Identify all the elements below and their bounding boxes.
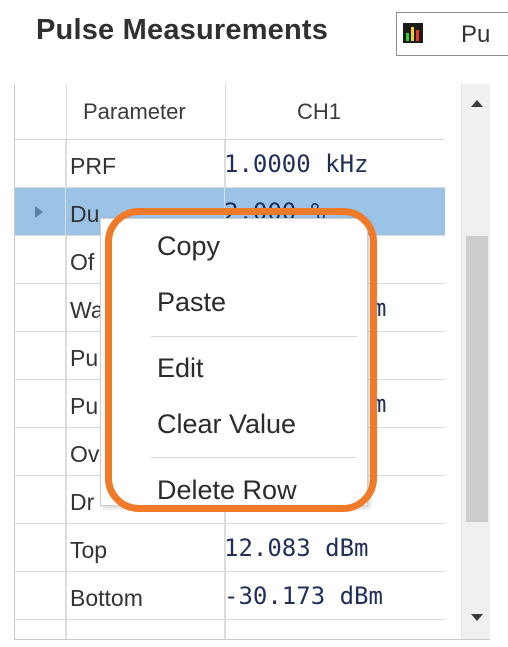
value-cell[interactable] <box>225 620 445 639</box>
row-selector[interactable] <box>15 380 66 427</box>
value-cell[interactable]: 12.083 dBm <box>225 524 445 571</box>
row-selector-arrow-icon <box>35 206 43 218</box>
grid-header: Parameter CH1 <box>15 84 445 140</box>
parameter-cell[interactable]: Bottom <box>70 572 225 619</box>
toolbox-label: Pu <box>461 21 491 48</box>
menu-item-copy[interactable]: Copy <box>157 231 220 262</box>
header-parameter[interactable]: Parameter <box>83 84 186 140</box>
table-row[interactable]: Top 12.083 dBm <box>15 524 445 572</box>
row-selector[interactable] <box>15 476 66 523</box>
scroll-up-arrow-icon[interactable] <box>471 100 483 107</box>
menu-item-delete-row[interactable]: Delete Row <box>157 475 297 506</box>
toolbox-dropdown[interactable]: Pu <box>396 12 508 56</box>
parameter-cell[interactable]: Top <box>70 524 225 571</box>
panel-title: Pulse Measurements <box>36 14 329 46</box>
menu-separator <box>151 457 357 458</box>
context-menu: Copy Paste Edit Clear Value Delete Row <box>100 218 368 506</box>
parameter-cell[interactable]: PRF <box>70 140 225 187</box>
scroll-down-arrow-icon[interactable] <box>471 614 483 621</box>
table-row[interactable]: Bottom -30.173 dBm <box>15 572 445 620</box>
row-selector[interactable] <box>15 140 66 187</box>
row-selector[interactable] <box>15 620 66 639</box>
header-ch1[interactable]: CH1 <box>297 84 341 140</box>
menu-item-paste[interactable]: Paste <box>157 287 226 318</box>
row-selector[interactable] <box>15 572 66 619</box>
value-cell[interactable]: 1.0000 kHz <box>225 140 445 187</box>
vertical-scrollbar[interactable] <box>461 84 490 639</box>
menu-item-clear-value[interactable]: Clear Value <box>157 409 296 440</box>
row-selector[interactable] <box>15 236 66 283</box>
row-selector[interactable] <box>15 524 66 571</box>
menu-item-edit[interactable]: Edit <box>157 353 204 384</box>
row-selector[interactable] <box>15 332 66 379</box>
table-row[interactable] <box>15 620 445 639</box>
row-selector[interactable] <box>15 428 66 475</box>
parameter-cell[interactable] <box>70 620 225 639</box>
chart-bars-icon <box>403 23 423 43</box>
scrollbar-thumb[interactable] <box>466 236 488 522</box>
row-selector[interactable] <box>15 188 66 235</box>
menu-separator <box>151 336 357 337</box>
row-selector[interactable] <box>15 284 66 331</box>
table-row[interactable]: PRF 1.0000 kHz <box>15 140 445 188</box>
value-cell[interactable]: -30.173 dBm <box>225 572 445 619</box>
